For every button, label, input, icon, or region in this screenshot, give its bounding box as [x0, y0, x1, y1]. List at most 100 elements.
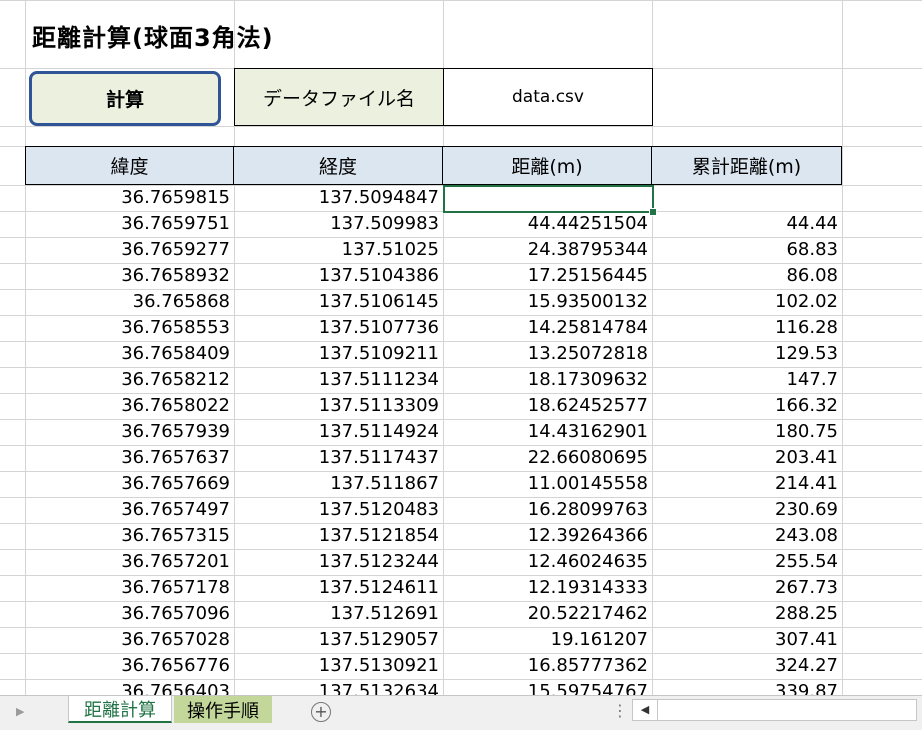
distance-cell[interactable]: 44.44251504: [443, 211, 652, 237]
longitude-cell[interactable]: 137.5121854: [234, 523, 443, 549]
header-longitude[interactable]: 経度: [234, 146, 443, 185]
distance-cell[interactable]: 15.93500132: [443, 289, 652, 315]
longitude-cell[interactable]: 137.51025: [234, 237, 443, 263]
distance-cell[interactable]: 14.25814784: [443, 315, 652, 341]
distance-cell[interactable]: 20.52217462: [443, 601, 652, 627]
longitude-cell[interactable]: 137.5107736: [234, 315, 443, 341]
latitude-cell[interactable]: 36.7657201: [25, 549, 234, 575]
distance-cell[interactable]: 16.28099763: [443, 497, 652, 523]
latitude-cell[interactable]: 36.7659751: [25, 211, 234, 237]
fill-handle[interactable]: [649, 208, 657, 216]
cumulative-distance-cell[interactable]: 102.02: [652, 289, 842, 315]
cumulative-distance-cell[interactable]: 203.41: [652, 445, 842, 471]
cumulative-distance-cell[interactable]: 129.53: [652, 341, 842, 367]
distance-cell[interactable]: 15.59754767: [443, 679, 652, 695]
latitude-cell[interactable]: 36.7657669: [25, 471, 234, 497]
longitude-cell[interactable]: 137.5106145: [234, 289, 443, 315]
tab-divider-icon[interactable]: ⋮: [612, 701, 628, 720]
distance-cell[interactable]: 22.66080695: [443, 445, 652, 471]
cumulative-distance-cell[interactable]: 267.73: [652, 575, 842, 601]
latitude-cell[interactable]: 36.765868: [25, 289, 234, 315]
cumulative-distance-cell[interactable]: 288.25: [652, 601, 842, 627]
longitude-cell[interactable]: 137.5117437: [234, 445, 443, 471]
longitude-cell[interactable]: 137.5104386: [234, 263, 443, 289]
longitude-cell[interactable]: 137.5123244: [234, 549, 443, 575]
table-row: 36.7657201 137.5123244 12.46024635 255.54: [25, 549, 842, 575]
data-file-name-cell[interactable]: data.csv: [443, 68, 653, 126]
cumulative-distance-cell[interactable]: 86.08: [652, 263, 842, 289]
distance-cell[interactable]: 14.43162901: [443, 419, 652, 445]
sheet-tab-bar: ▶ 距離計算 操作手順 + ⋮ ◀: [0, 695, 922, 730]
longitude-cell[interactable]: 137.5113309: [234, 393, 443, 419]
distance-cell[interactable]: 12.19314333: [443, 575, 652, 601]
latitude-cell[interactable]: 36.7656776: [25, 653, 234, 679]
longitude-cell[interactable]: 137.5114924: [234, 419, 443, 445]
cell-grid[interactable]: 距離計算(球面3角法) 計算 データファイル名 data.csv 緯度 経度 距…: [0, 0, 922, 695]
header-latitude[interactable]: 緯度: [25, 146, 234, 185]
horizontal-scrollbar[interactable]: ◀: [632, 699, 917, 721]
longitude-cell[interactable]: 137.511867: [234, 471, 443, 497]
longitude-cell[interactable]: 137.5124611: [234, 575, 443, 601]
longitude-cell[interactable]: 137.5120483: [234, 497, 443, 523]
cumulative-distance-cell[interactable]: 243.08: [652, 523, 842, 549]
cumulative-distance-cell[interactable]: 166.32: [652, 393, 842, 419]
cumulative-distance-cell[interactable]: [652, 185, 842, 211]
latitude-cell[interactable]: 36.7657096: [25, 601, 234, 627]
cumulative-distance-cell[interactable]: 147.7: [652, 367, 842, 393]
latitude-cell[interactable]: 36.7657939: [25, 419, 234, 445]
cumulative-distance-cell[interactable]: 307.41: [652, 627, 842, 653]
distance-cell[interactable]: 18.62452577: [443, 393, 652, 419]
latitude-cell[interactable]: 36.7658409: [25, 341, 234, 367]
header-cumulative-distance[interactable]: 累計距離(m): [652, 146, 842, 185]
add-sheet-icon[interactable]: +: [311, 702, 331, 722]
latitude-cell[interactable]: 36.7658212: [25, 367, 234, 393]
cumulative-distance-cell[interactable]: 44.44: [652, 211, 842, 237]
tab-scroll-right-icon[interactable]: ▶: [16, 705, 24, 718]
calculate-button[interactable]: 計算: [29, 71, 221, 126]
distance-cell[interactable]: 18.17309632: [443, 367, 652, 393]
page-title: 距離計算(球面3角法): [32, 24, 274, 52]
longitude-cell[interactable]: 137.509983: [234, 211, 443, 237]
distance-cell[interactable]: 12.46024635: [443, 549, 652, 575]
selected-cell[interactable]: [443, 185, 654, 213]
distance-cell[interactable]: 16.85777362: [443, 653, 652, 679]
tab-distance-calc[interactable]: 距離計算: [68, 696, 172, 723]
header-distance[interactable]: 距離(m): [443, 146, 652, 185]
cumulative-distance-cell[interactable]: 324.27: [652, 653, 842, 679]
distance-cell[interactable]: 19.161207: [443, 627, 652, 653]
longitude-cell[interactable]: 137.5094847: [234, 185, 443, 211]
cumulative-distance-cell[interactable]: 68.83: [652, 237, 842, 263]
latitude-cell[interactable]: 36.7656403: [25, 679, 234, 695]
distance-cell[interactable]: 12.39264366: [443, 523, 652, 549]
longitude-cell[interactable]: 137.5129057: [234, 627, 443, 653]
distance-cell[interactable]: 24.38795344: [443, 237, 652, 263]
cumulative-distance-cell[interactable]: 230.69: [652, 497, 842, 523]
latitude-cell[interactable]: 36.7657315: [25, 523, 234, 549]
latitude-cell[interactable]: 36.7657497: [25, 497, 234, 523]
latitude-cell[interactable]: 36.7659277: [25, 237, 234, 263]
latitude-cell[interactable]: 36.7657028: [25, 627, 234, 653]
table-row: 36.7657637 137.5117437 22.66080695 203.41: [25, 445, 842, 471]
distance-cell[interactable]: 11.00145558: [443, 471, 652, 497]
longitude-cell[interactable]: 137.512691: [234, 601, 443, 627]
latitude-cell[interactable]: 36.7657637: [25, 445, 234, 471]
longitude-cell[interactable]: 137.5109211: [234, 341, 443, 367]
distance-cell[interactable]: 17.25156445: [443, 263, 652, 289]
tab-instructions[interactable]: 操作手順: [174, 696, 272, 723]
latitude-cell[interactable]: 36.7659815: [25, 185, 234, 211]
distance-cell[interactable]: 13.25072818: [443, 341, 652, 367]
cumulative-distance-cell[interactable]: 255.54: [652, 549, 842, 575]
cumulative-distance-cell[interactable]: 214.41: [652, 471, 842, 497]
cumulative-distance-cell[interactable]: 116.28: [652, 315, 842, 341]
table-body: 36.7659815 137.5094847 36.7659751 137.50998…: [25, 185, 842, 695]
latitude-cell[interactable]: 36.7658553: [25, 315, 234, 341]
cumulative-distance-cell[interactable]: 339.87: [652, 679, 842, 695]
scroll-left-icon[interactable]: ◀: [633, 700, 658, 720]
longitude-cell[interactable]: 137.5130921: [234, 653, 443, 679]
latitude-cell[interactable]: 36.7657178: [25, 575, 234, 601]
longitude-cell[interactable]: 137.5132634: [234, 679, 443, 695]
cumulative-distance-cell[interactable]: 180.75: [652, 419, 842, 445]
latitude-cell[interactable]: 36.7658932: [25, 263, 234, 289]
longitude-cell[interactable]: 137.5111234: [234, 367, 443, 393]
latitude-cell[interactable]: 36.7658022: [25, 393, 234, 419]
